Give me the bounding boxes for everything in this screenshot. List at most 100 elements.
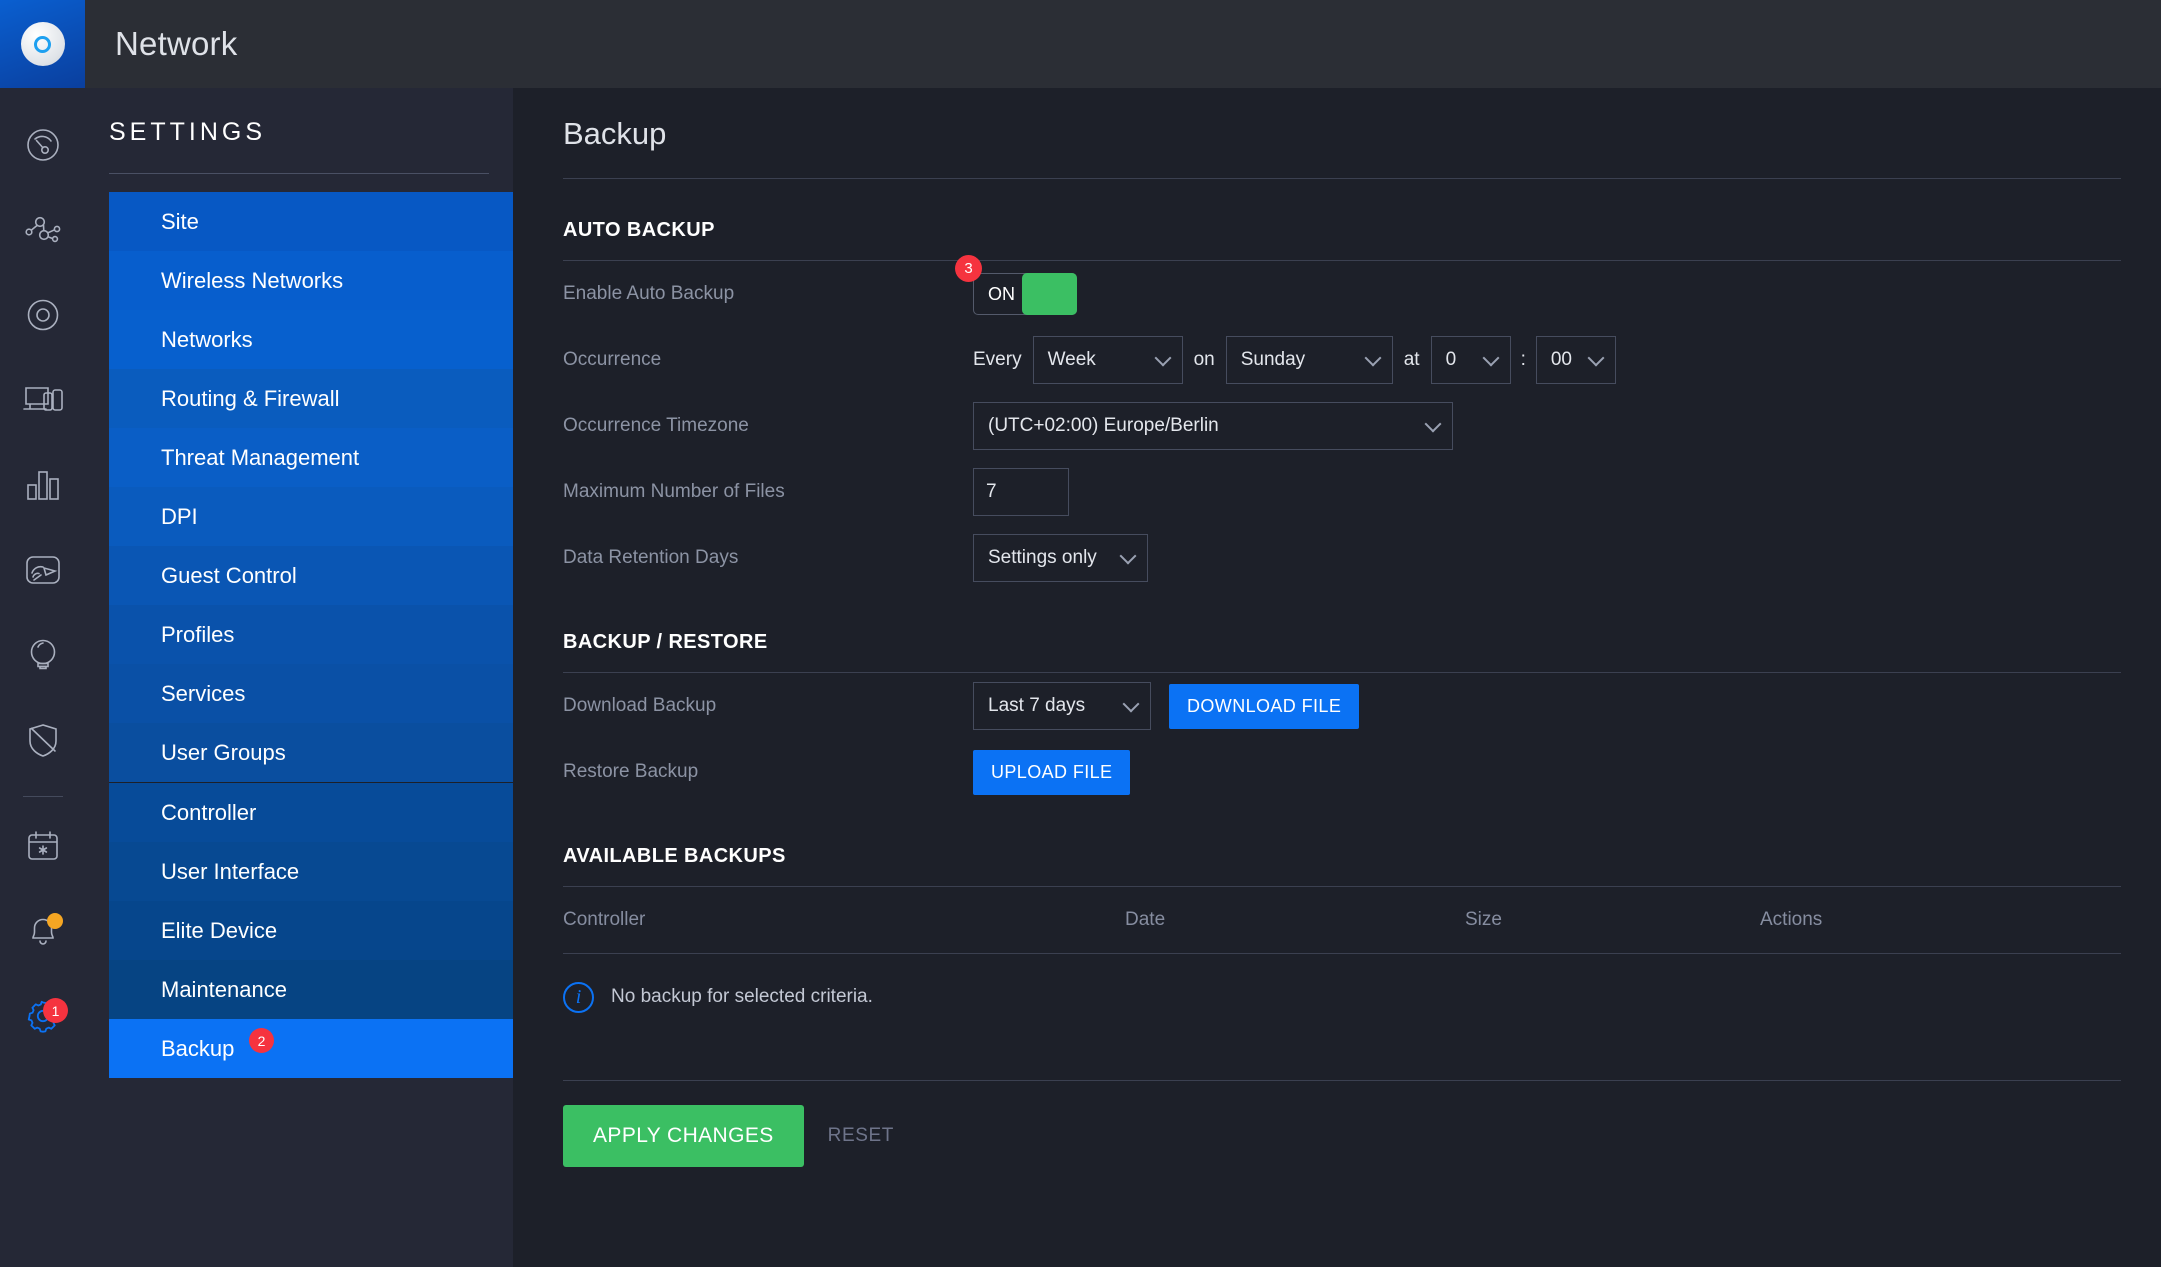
shield-icon xyxy=(25,720,61,760)
sidebar-item-label: Backup xyxy=(161,1035,235,1061)
row-occurrence-timezone: Occurrence Timezone (UTC+02:00) Europe/B… xyxy=(563,393,2121,459)
chevron-down-icon xyxy=(1364,349,1382,367)
row-download-backup: Download Backup Last 7 days DOWNLOAD FIL… xyxy=(563,673,2121,739)
occurrence-minute-select[interactable]: 00 xyxy=(1535,336,1616,384)
sidebar-item-dpi[interactable]: DPI xyxy=(109,487,513,546)
max-files-input[interactable]: 7 xyxy=(973,468,1069,516)
sidebar-item-site[interactable]: Site xyxy=(109,192,513,251)
sidebar-item-services[interactable]: Services xyxy=(109,664,513,723)
sidebar-item-label: Profiles xyxy=(161,621,235,647)
data-retention-label: Data Retention Days xyxy=(563,547,739,568)
column-header-date: Date xyxy=(1125,909,1166,930)
occurrence-timezone-select[interactable]: (UTC+02:00) Europe/Berlin xyxy=(973,402,1453,450)
rail-item-insights[interactable] xyxy=(0,527,85,612)
sidebar-item-networks[interactable]: Networks xyxy=(109,310,513,369)
clients-screens-icon xyxy=(22,382,64,418)
enable-auto-backup-toggle-wrap: ON 3 xyxy=(955,255,1077,315)
rail-item-alerts[interactable] xyxy=(0,888,85,973)
rail-item-clients[interactable] xyxy=(0,357,85,442)
enable-auto-backup-badge: 3 xyxy=(955,255,982,282)
apply-changes-button[interactable]: APPLY CHANGES xyxy=(563,1105,804,1167)
settings-divider xyxy=(109,173,489,174)
sidebar-item-label: DPI xyxy=(161,503,198,529)
occurrence-minute-value: 00 xyxy=(1550,349,1572,370)
settings-sidebar: SETTINGS Site Wireless Networks Networks… xyxy=(85,88,537,1267)
sidebar-item-wireless-networks[interactable]: Wireless Networks xyxy=(109,251,513,310)
occurrence-hour-value: 0 xyxy=(1445,349,1457,370)
sidebar-item-label: Maintenance xyxy=(161,976,287,1002)
rail-item-statistics[interactable] xyxy=(0,442,85,527)
app-title: Network xyxy=(115,25,238,62)
data-retention-select[interactable]: Settings only xyxy=(973,534,1148,582)
sidebar-item-label: Site xyxy=(161,208,199,234)
row-max-files: Maximum Number of Files 7 xyxy=(563,459,2121,525)
row-enable-auto-backup: Enable Auto Backup ON 3 xyxy=(563,255,2121,327)
alerts-status-dot xyxy=(47,913,63,929)
section-auto-backup-title: AUTO BACKUP xyxy=(563,219,715,241)
chevron-down-icon xyxy=(1587,349,1605,367)
toggle-knob xyxy=(1022,273,1077,315)
toggle-state-label: ON xyxy=(988,283,1015,304)
sidebar-item-label: User Interface xyxy=(161,858,300,884)
rail-item-threats[interactable] xyxy=(0,697,85,782)
occurrence-hour-select[interactable]: 0 xyxy=(1430,336,1511,384)
sidebar-item-label: Controller xyxy=(161,799,257,825)
rail-item-hotspot[interactable] xyxy=(0,612,85,697)
settings-menu: Site Wireless Networks Networks Routing … xyxy=(85,192,537,1078)
row-restore-backup: Restore Backup UPLOAD FILE xyxy=(563,739,2121,805)
chevron-down-icon xyxy=(1154,349,1172,367)
sidebar-item-label: Routing & Firewall xyxy=(161,385,340,411)
reset-button[interactable]: RESET xyxy=(804,1105,918,1167)
sidebar-item-maintenance[interactable]: Maintenance xyxy=(109,960,513,1019)
occurrence-day-select[interactable]: Sunday xyxy=(1225,336,1393,384)
sidebar-item-label: User Groups xyxy=(161,739,286,765)
sidebar-item-profiles[interactable]: Profiles xyxy=(109,605,513,664)
hotspot-bulb-icon xyxy=(25,635,61,675)
chevron-down-icon xyxy=(1119,547,1137,565)
settings-badge: 1 xyxy=(43,998,68,1023)
info-icon: i xyxy=(563,981,594,1013)
dashboard-gauge-icon xyxy=(23,125,63,165)
settings-heading: SETTINGS xyxy=(109,118,267,146)
occurrence-interval-select[interactable]: Week xyxy=(1032,336,1183,384)
rail-item-devices[interactable] xyxy=(0,272,85,357)
download-backup-label: Download Backup xyxy=(563,695,717,716)
column-header-size: Size xyxy=(1465,909,1502,930)
sidebar-item-badge: 2 xyxy=(249,1028,274,1053)
sidebar-item-controller[interactable]: Controller xyxy=(109,783,513,842)
rail-item-events[interactable] xyxy=(0,803,85,888)
upload-file-button[interactable]: UPLOAD FILE xyxy=(973,749,1131,795)
sidebar-item-user-interface[interactable]: User Interface xyxy=(109,842,513,901)
content-area: SETTINGS Site Wireless Networks Networks… xyxy=(85,88,2161,1267)
footer-actions: APPLY CHANGES RESET xyxy=(563,1081,2121,1167)
page-title: Backup xyxy=(563,116,667,151)
sidebar-item-label: Guest Control xyxy=(161,562,297,588)
rail-item-topology[interactable] xyxy=(0,187,85,272)
rail-item-dashboard[interactable] xyxy=(0,102,85,187)
events-calendar-icon xyxy=(24,827,62,865)
rail-item-settings[interactable]: 1 xyxy=(0,973,85,1058)
occurrence-timezone-label: Occurrence Timezone xyxy=(563,415,749,436)
sidebar-item-elite-device[interactable]: Elite Device xyxy=(109,901,513,960)
sidebar-item-guest-control[interactable]: Guest Control xyxy=(109,546,513,605)
sidebar-item-label: Services xyxy=(161,680,246,706)
download-range-select[interactable]: Last 7 days xyxy=(973,682,1151,730)
rail-items: 1 xyxy=(0,88,85,1267)
download-file-button[interactable]: DOWNLOAD FILE xyxy=(1169,683,1360,729)
sidebar-item-threat-management[interactable]: Threat Management xyxy=(109,428,513,487)
section-backup-restore-title: BACKUP / RESTORE xyxy=(563,631,768,653)
row-occurrence: Occurrence Every Week on Sunday at 0: 0… xyxy=(563,327,2121,393)
sidebar-item-routing-firewall[interactable]: Routing & Firewall xyxy=(109,369,513,428)
occurrence-on-word: on xyxy=(1193,349,1215,370)
unifi-logo[interactable] xyxy=(0,0,85,88)
insights-icon xyxy=(22,551,64,589)
column-header-actions: Actions xyxy=(1760,909,1823,930)
row-data-retention: Data Retention Days Settings only xyxy=(563,525,2121,591)
sidebar-item-user-groups[interactable]: User Groups xyxy=(109,723,513,782)
chevron-down-icon xyxy=(1424,415,1442,433)
column-header-controller: Controller xyxy=(563,909,646,930)
enable-auto-backup-toggle[interactable]: ON xyxy=(973,273,1077,315)
sidebar-item-backup[interactable]: Backup 2 xyxy=(109,1019,537,1078)
sidebar-item-label: Threat Management xyxy=(161,444,360,470)
unifi-disc-icon xyxy=(20,22,65,66)
